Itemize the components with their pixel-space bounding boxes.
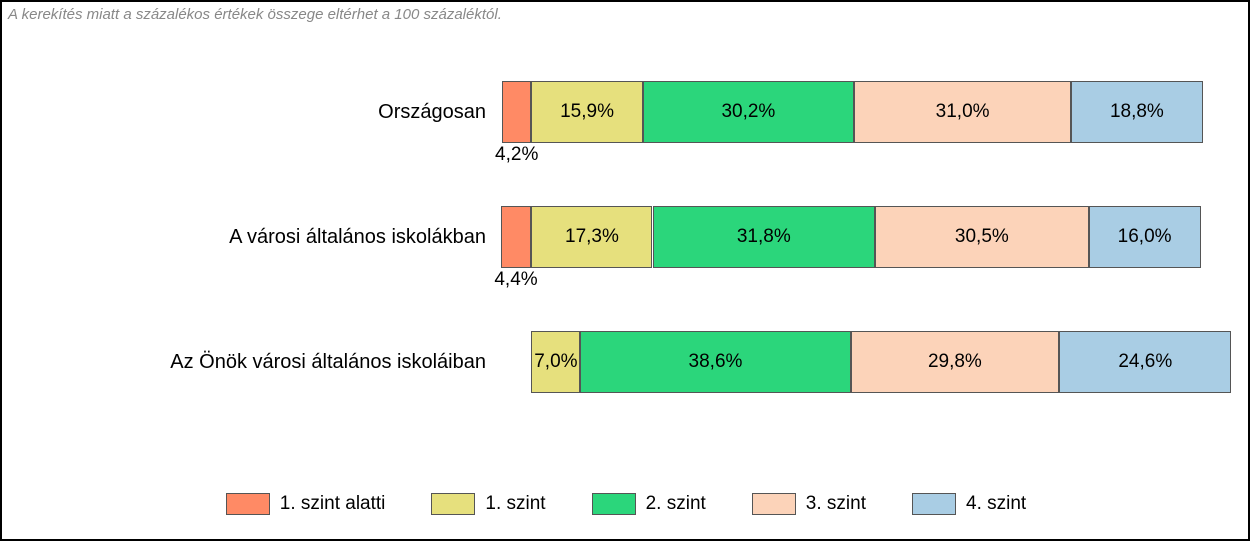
segment-value-label: 17,3%: [565, 226, 619, 248]
legend-swatch: [912, 493, 956, 515]
segment-value-label: 30,2%: [721, 101, 775, 123]
bar-segment: 29,8%: [851, 331, 1060, 393]
category-label: Az Önök városi általános iskoláiban: [2, 351, 502, 374]
bar-row: Az Önök városi általános iskoláiban 7,0% 3…: [2, 312, 1250, 412]
segment-value-label: 38,6%: [689, 351, 743, 373]
legend-label: 4. szint: [966, 493, 1026, 515]
plot-area: Országosan4,2%15,9%30,2%31,0%18,8%A váro…: [2, 62, 1250, 442]
segment-value-label: 16,0%: [1118, 226, 1172, 248]
segment-value-label: 24,6%: [1118, 351, 1172, 373]
segment-value-label: 18,8%: [1110, 101, 1164, 123]
legend-item: 1. szint: [431, 493, 545, 515]
legend-swatch: [226, 493, 270, 515]
bar-row: A városi általános iskolákban4,4% 17,3% 31…: [2, 187, 1250, 287]
segment-value-label: 15,9%: [560, 101, 614, 123]
legend-swatch: [752, 493, 796, 515]
category-label: Országosan: [2, 101, 502, 124]
legend-label: 2. szint: [646, 493, 706, 515]
bar-segment: 38,6%: [580, 331, 850, 393]
chart-footnote: A kerekítés miatt a százalékos értékek ö…: [8, 6, 502, 23]
bar-segment: 30,2%: [643, 81, 854, 143]
bar-segment: 15,9%: [531, 81, 642, 143]
legend-item: 3. szint: [752, 493, 866, 515]
segment-value-label: 4,4%: [494, 267, 537, 291]
bar-segment: 31,8%: [653, 206, 876, 268]
bar-row: Országosan4,2% 15,9% 30,2% 31,0% 18,8%: [2, 62, 1250, 162]
legend-item: 1. szint alatti: [226, 493, 386, 515]
segment-value-label: 7,0%: [534, 351, 577, 373]
legend-item: 2. szint: [592, 493, 706, 515]
bar-segment: 16,0%: [1089, 206, 1201, 268]
legend-label: 1. szint: [485, 493, 545, 515]
legend: 1. szint alatti 1. szint 2. szint 3. szint 4…: [2, 493, 1250, 515]
bar-segment: 31,0%: [854, 81, 1071, 143]
bar-segment: 4,4%: [501, 206, 532, 268]
bar-segment: 17,3%: [531, 206, 652, 268]
segment-value-label: 4,2%: [495, 142, 538, 166]
stacked-bar: 4,2% 15,9% 30,2% 31,0% 18,8%: [502, 81, 1202, 143]
bar-segment: 18,8%: [1071, 81, 1203, 143]
bar-segment: 30,5%: [875, 206, 1089, 268]
stacked-bar: 4,4% 17,3% 31,8% 30,5% 16,0%: [502, 206, 1202, 268]
bar-segment: 24,6%: [1059, 331, 1231, 393]
bar-segment: 4,2%: [502, 81, 531, 143]
bar-segment: 7,0%: [531, 331, 580, 393]
segment-value-label: 31,8%: [737, 226, 791, 248]
legend-swatch: [431, 493, 475, 515]
legend-label: 1. szint alatti: [280, 493, 386, 515]
chart-frame: A kerekítés miatt a százalékos értékek ö…: [0, 0, 1250, 541]
segment-value-label: 30,5%: [955, 226, 1009, 248]
legend-label: 3. szint: [806, 493, 866, 515]
category-label: A városi általános iskolákban: [2, 226, 502, 249]
segment-value-label: 31,0%: [936, 101, 990, 123]
legend-swatch: [592, 493, 636, 515]
stacked-bar: 7,0% 38,6% 29,8% 24,6%: [502, 331, 1202, 393]
legend-item: 4. szint: [912, 493, 1026, 515]
segment-value-label: 29,8%: [928, 351, 982, 373]
